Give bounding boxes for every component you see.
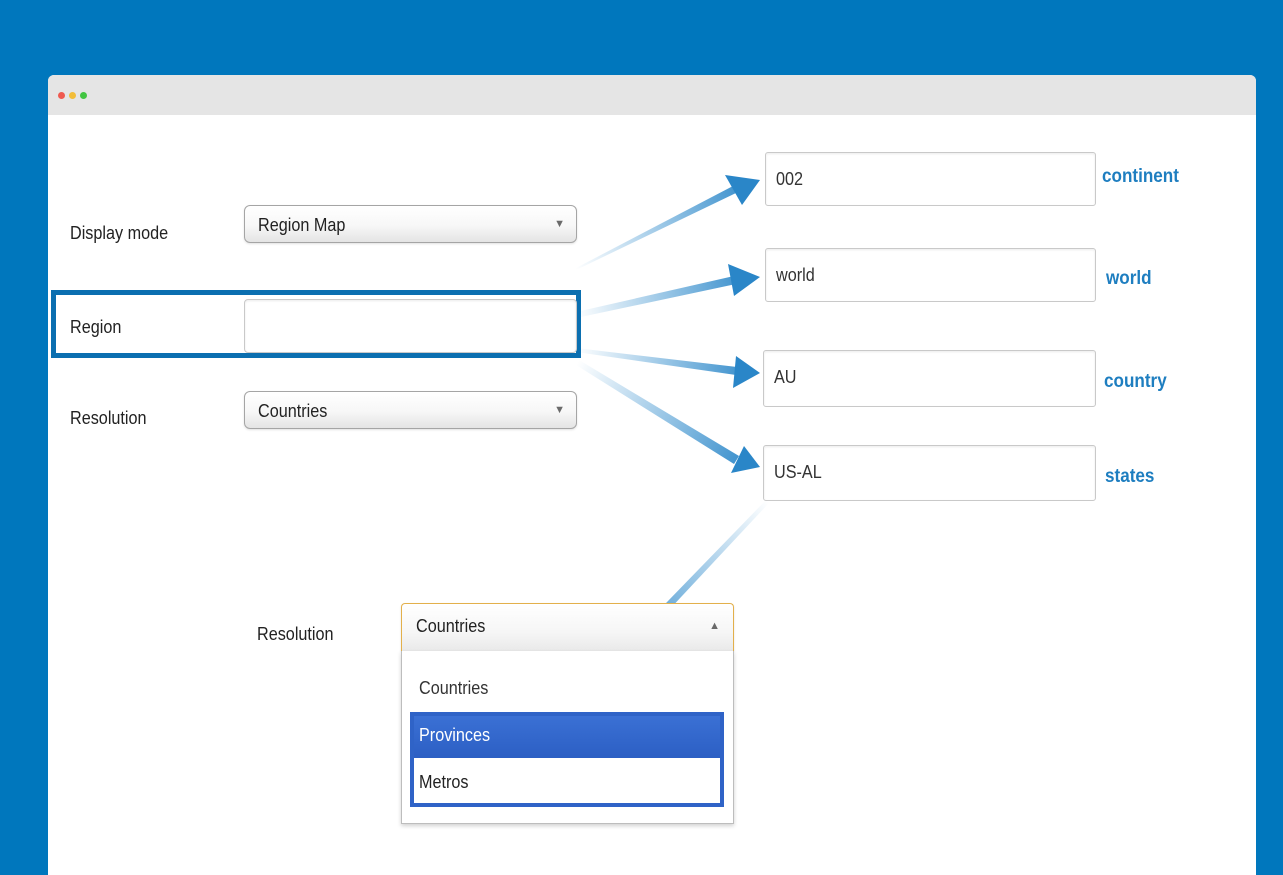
option-countries[interactable]: Countries [410,665,722,711]
arrow-to-continent [576,175,760,270]
chevron-down-icon: ▼ [554,404,565,416]
option-provinces[interactable]: Provinces [410,712,722,758]
chevron-down-icon: ▼ [554,218,565,230]
example-value-states: US-AL [774,462,822,482]
example-tag-world: world [1106,268,1152,289]
example-tag-continent: continent [1102,166,1179,187]
option-label: Provinces [419,725,491,745]
display-mode-value: Region Map [258,215,346,235]
resolution-options-list: Countries Provinces Metros [401,651,734,824]
example-field-states[interactable]: US-AL [763,445,1096,501]
example-tag-country: country [1104,371,1167,392]
resolution-label: Resolution [70,408,147,428]
resolution-dropdown-label: Resolution [257,624,334,644]
resolution-value: Countries [258,401,328,421]
resolution-select[interactable]: Countries ▼ [244,391,577,429]
display-mode-label: Display mode [70,223,169,243]
chevron-up-icon: ▲ [709,620,720,632]
arrow-to-states [576,360,760,473]
region-label: Region [70,317,122,337]
app-window: Display mode Region Map ▼ Region Resolut… [48,75,1256,875]
arrow-to-world [576,264,760,318]
region-input[interactable] [244,299,577,353]
resolution-dropdown-open[interactable]: Countries ▲ [401,603,734,651]
example-field-world[interactable]: world [765,248,1096,302]
display-mode-select[interactable]: Region Map ▼ [244,205,577,243]
resolution-dropdown-value: Countries [416,616,486,636]
option-label: Countries [419,678,489,698]
option-metros[interactable]: Metros [410,759,722,805]
option-label: Metros [419,772,469,792]
example-field-country[interactable]: AU [763,350,1096,407]
example-tag-states: states [1105,466,1155,487]
example-value-world: world [776,265,815,285]
example-value-country: AU [774,367,797,387]
example-value-continent: 002 [776,169,804,189]
example-field-continent[interactable]: 002 [765,152,1096,206]
